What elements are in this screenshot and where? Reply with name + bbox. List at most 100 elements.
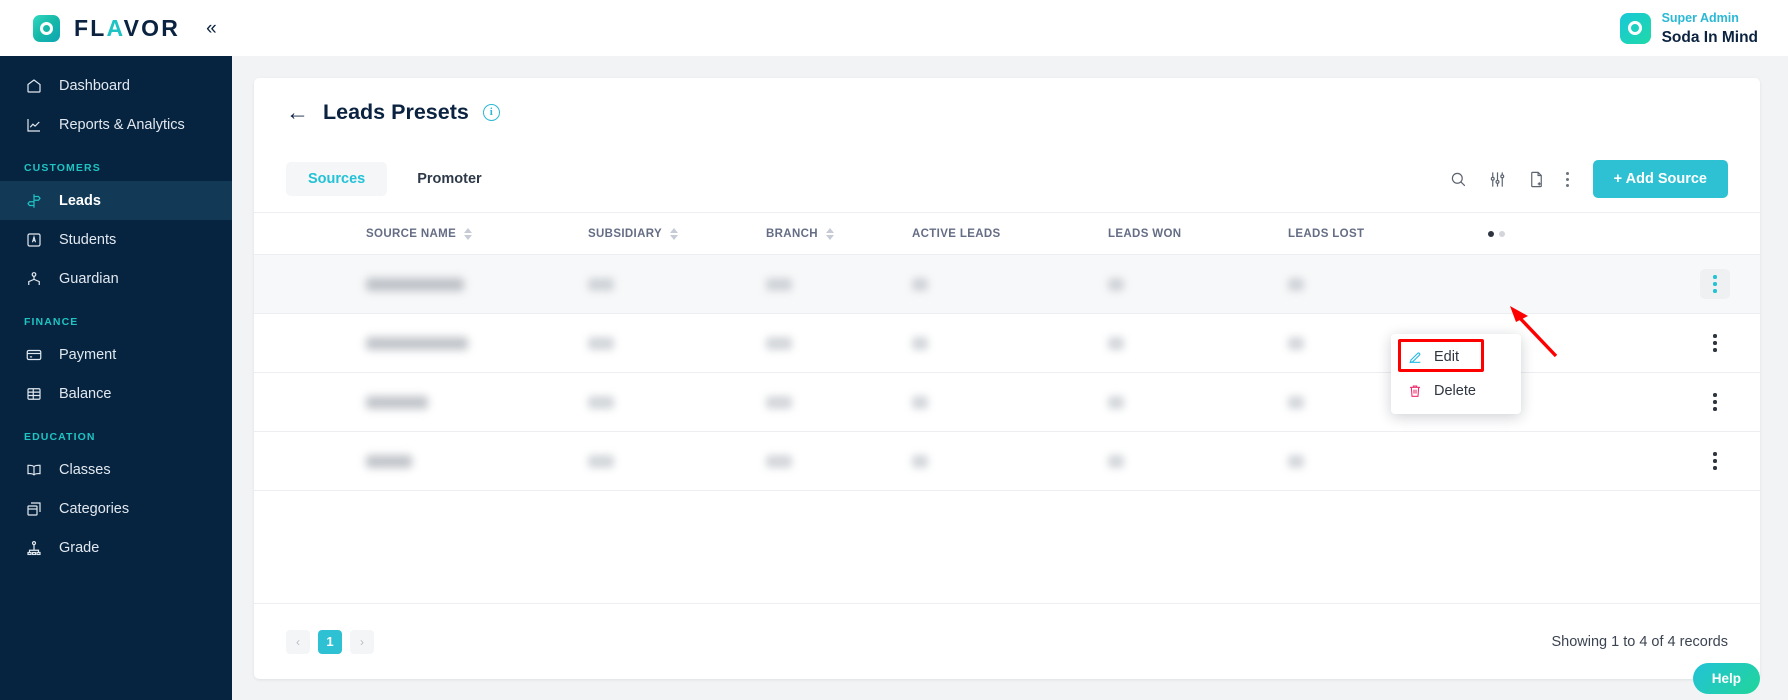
redacted-value xyxy=(366,454,412,468)
sidebar-item-payment[interactable]: Payment xyxy=(0,335,232,374)
column-active-leads: ACTIVE LEADS xyxy=(912,212,1108,255)
help-button[interactable]: Help xyxy=(1692,663,1760,694)
sidebar-section-customers: CUSTOMERS xyxy=(24,162,101,174)
sidebar-item-classes[interactable]: Classes xyxy=(0,450,232,489)
cell-leads-won xyxy=(1108,314,1288,373)
redacted-value xyxy=(1288,336,1304,350)
column-branch[interactable]: BRANCH xyxy=(766,212,912,255)
column-label: SUBSIDIARY xyxy=(588,227,662,240)
row-select-cell xyxy=(254,373,366,432)
book-open-icon xyxy=(24,460,43,479)
pagination-prev[interactable]: ‹ xyxy=(286,629,310,654)
card-footer: ‹ 1 › Showing 1 to 4 of 4 records xyxy=(254,603,1760,679)
cell-actions xyxy=(1488,373,1760,432)
sidebar-item-label: Categories xyxy=(59,500,130,517)
cell-leads-lost xyxy=(1288,255,1488,314)
row-menu-button[interactable] xyxy=(1700,328,1730,358)
sort-toggle-icon[interactable] xyxy=(464,227,473,240)
sidebar: FLAVOR « Dashboard Reports & Analytics C… xyxy=(0,0,232,700)
column-label: LEADS WON xyxy=(1108,227,1182,240)
sidebar-collapse-icon[interactable]: « xyxy=(206,19,217,38)
top-bar: Super Admin Soda In Mind xyxy=(232,0,1788,56)
row-context-menu: Edit Delete xyxy=(1391,334,1521,414)
redacted-value xyxy=(912,454,928,468)
more-vertical-icon[interactable] xyxy=(1566,171,1570,187)
sidebar-item-leads[interactable]: Leads xyxy=(0,181,232,220)
main-area: Super Admin Soda In Mind ← Leads Presets… xyxy=(232,0,1788,700)
sidebar-item-label: Dashboard xyxy=(59,77,130,94)
sidebar-item-dashboard[interactable]: Dashboard xyxy=(0,66,232,105)
arrow-left-icon[interactable]: ← xyxy=(286,100,309,124)
sources-table-wrapper: SOURCE NAME SUBSIDIARY BRANCH ACTIVE LEA… xyxy=(254,212,1760,603)
menu-item-label: Delete xyxy=(1434,383,1476,399)
row-menu-button[interactable] xyxy=(1700,387,1730,417)
sidebar-item-categories[interactable]: Categories xyxy=(0,489,232,528)
redacted-value xyxy=(588,395,614,409)
cell-source-name xyxy=(366,373,588,432)
sidebar-item-students[interactable]: Students xyxy=(0,220,232,259)
sidebar-item-grade[interactable]: Grade xyxy=(0,528,232,567)
table-body xyxy=(254,254,1760,491)
signpost-icon xyxy=(24,191,43,210)
column-label: BRANCH xyxy=(766,227,818,240)
redacted-value xyxy=(1108,454,1124,468)
menu-item-edit[interactable]: Edit xyxy=(1391,340,1521,374)
card-toolbar: Sources Promoter + Add Source xyxy=(254,146,1760,212)
cell-subsidiary xyxy=(588,373,766,432)
table-row[interactable] xyxy=(254,314,1760,373)
table-row[interactable] xyxy=(254,373,1760,432)
redacted-value xyxy=(1108,277,1124,291)
horizontal-scroll-indicator[interactable] xyxy=(1488,230,1760,237)
sidebar-item-label: Guardian xyxy=(59,270,119,287)
menu-item-delete[interactable]: Delete xyxy=(1391,374,1521,408)
sort-toggle-icon[interactable] xyxy=(825,227,834,240)
table-row[interactable] xyxy=(254,254,1760,314)
cell-active-leads xyxy=(912,373,1108,432)
column-label: ACTIVE LEADS xyxy=(912,227,1001,240)
sidebar-section-education: EDUCATION xyxy=(24,431,96,443)
column-label: LEADS LOST xyxy=(1288,227,1365,240)
cell-branch xyxy=(766,373,912,432)
home-icon xyxy=(24,76,43,95)
tab-promoter[interactable]: Promoter xyxy=(395,162,503,196)
credit-card-icon xyxy=(24,345,43,364)
cell-leads-won xyxy=(1108,432,1288,491)
user-name: Soda In Mind xyxy=(1661,29,1758,46)
cell-active-leads xyxy=(912,314,1108,373)
info-circle-icon[interactable]: i xyxy=(482,103,500,121)
row-menu-button[interactable] xyxy=(1700,269,1730,299)
sources-table: SOURCE NAME SUBSIDIARY BRANCH ACTIVE LEA… xyxy=(254,212,1760,491)
row-menu-button[interactable] xyxy=(1700,446,1730,476)
filter-sliders-icon[interactable] xyxy=(1488,169,1508,189)
table-row[interactable] xyxy=(254,432,1760,491)
add-source-button[interactable]: + Add Source xyxy=(1592,160,1728,198)
records-summary: Showing 1 to 4 of 4 records xyxy=(1551,633,1728,650)
hierarchy-icon xyxy=(24,538,43,557)
document-add-icon[interactable] xyxy=(1527,169,1547,189)
column-label: SOURCE NAME xyxy=(366,227,457,240)
user-profile[interactable]: Super Admin Soda In Mind xyxy=(1619,8,1758,48)
pagination-page-1[interactable]: 1 xyxy=(318,629,342,654)
column-subsidiary[interactable]: SUBSIDIARY xyxy=(588,212,766,255)
sidebar-section-finance: FINANCE xyxy=(24,316,79,328)
redacted-value xyxy=(766,454,792,468)
tab-sources[interactable]: Sources xyxy=(286,162,388,196)
tab-list: Sources Promoter xyxy=(286,162,504,196)
row-select-cell xyxy=(254,314,366,373)
toolbar-actions: + Add Source xyxy=(1449,160,1728,198)
redacted-value xyxy=(766,336,792,350)
column-source-name[interactable]: SOURCE NAME xyxy=(366,212,588,255)
sort-toggle-icon[interactable] xyxy=(670,227,678,240)
sidebar-item-reports-analytics[interactable]: Reports & Analytics xyxy=(0,105,232,144)
redacted-value xyxy=(366,395,428,409)
sidebar-item-label: Reports & Analytics xyxy=(59,116,185,133)
sidebar-item-balance[interactable]: Balance xyxy=(0,374,232,413)
row-select-cell xyxy=(254,255,366,314)
cell-source-name xyxy=(366,432,588,491)
search-icon[interactable] xyxy=(1449,169,1469,189)
redacted-value xyxy=(912,336,928,350)
pagination-next[interactable]: › xyxy=(350,629,374,654)
sidebar-item-guardian[interactable]: Guardian xyxy=(0,259,232,298)
boxes-icon xyxy=(24,499,43,518)
select-all-cell xyxy=(254,212,366,255)
